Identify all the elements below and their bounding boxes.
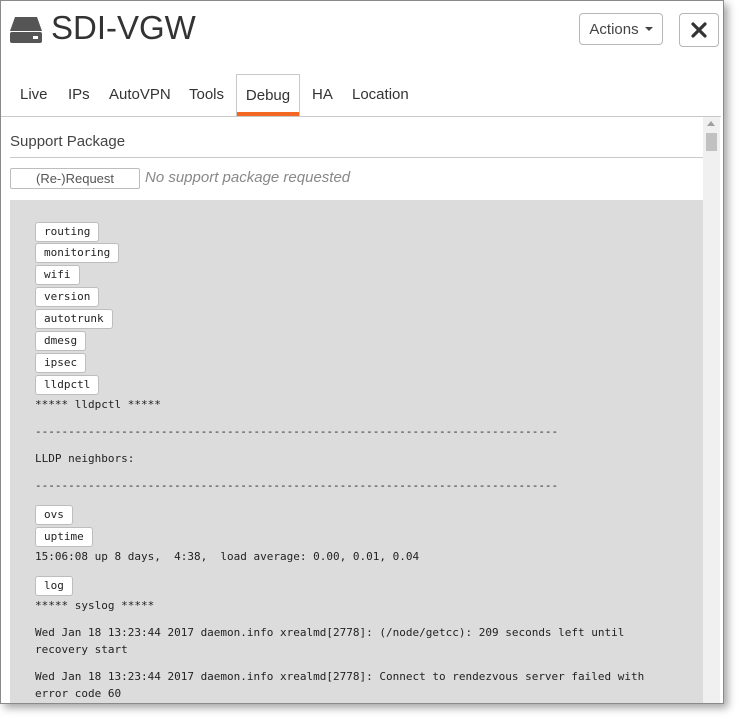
monitoring-button[interactable]: monitoring bbox=[35, 243, 120, 263]
log-button[interactable]: log bbox=[35, 576, 73, 596]
tab-label: IPs bbox=[68, 86, 90, 103]
lldpctl-button[interactable]: lldpctl bbox=[35, 375, 100, 395]
uptime-output: 15:06:08 up 8 days, 4:38, load average: … bbox=[35, 550, 420, 563]
scroll-up-icon[interactable] bbox=[707, 121, 715, 126]
tab-label: Location bbox=[352, 86, 409, 103]
log-entry: Wed Jan 18 13:23:44 2017 daemon.info xre… bbox=[35, 626, 625, 656]
tab-location[interactable]: Location bbox=[352, 74, 409, 116]
tab-live[interactable]: Live bbox=[20, 74, 48, 116]
tab-label: Live bbox=[20, 86, 48, 103]
tab-label: AutoVPN bbox=[109, 86, 171, 103]
tab-label: Debug bbox=[245, 87, 291, 104]
divider bbox=[10, 157, 703, 158]
syslog-header: ***** syslog ***** bbox=[35, 599, 155, 612]
tab-label: HA bbox=[312, 86, 333, 103]
dmesg-button[interactable]: dmesg bbox=[35, 331, 87, 351]
actions-button[interactable]: Actions bbox=[579, 13, 663, 45]
ipsec-button[interactable]: ipsec bbox=[35, 353, 87, 373]
support-status-text: No support package requested bbox=[145, 169, 351, 186]
tab-autovpn[interactable]: AutoVPN bbox=[109, 74, 171, 116]
lldp-neighbors-text: LLDP neighbors: bbox=[35, 452, 135, 465]
ovs-button[interactable]: ovs bbox=[35, 505, 73, 525]
separator-line: ----------------------------------------… bbox=[35, 479, 559, 492]
lldpctl-header: ***** lldpctl ***** bbox=[35, 398, 161, 411]
scroll-thumb[interactable] bbox=[706, 133, 717, 151]
active-tab-indicator bbox=[237, 112, 299, 116]
version-button[interactable]: version bbox=[35, 287, 100, 307]
page-title: SDI-VGW bbox=[51, 9, 196, 46]
close-button[interactable] bbox=[679, 13, 719, 47]
tab-tools[interactable]: Tools bbox=[189, 74, 224, 116]
wifi-button[interactable]: wifi bbox=[35, 265, 80, 285]
tab-bar: Live IPs AutoVPN Tools Debug HA Location bbox=[1, 74, 721, 117]
device-icon bbox=[10, 17, 42, 43]
dialog-header: SDI-VGW Actions bbox=[1, 1, 723, 63]
tab-label: Tools bbox=[189, 86, 225, 103]
routing-button[interactable]: routing bbox=[35, 222, 100, 242]
request-support-button[interactable]: (Re-)Request bbox=[10, 168, 140, 189]
device-dialog: SDI-VGW Actions Live IPs AutoVPN Tools D… bbox=[0, 0, 724, 704]
autotrunk-button[interactable]: autotrunk bbox=[35, 309, 113, 329]
vertical-scrollbar[interactable] bbox=[703, 117, 720, 703]
caret-down-icon bbox=[644, 27, 653, 31]
tab-ha[interactable]: HA bbox=[312, 74, 333, 116]
close-icon bbox=[691, 22, 707, 38]
uptime-button[interactable]: uptime bbox=[35, 527, 93, 547]
log-entry: Wed Jan 18 13:23:44 2017 daemon.info xre… bbox=[35, 670, 645, 700]
section-title: Support Package bbox=[10, 133, 126, 150]
separator-line: ----------------------------------------… bbox=[35, 425, 559, 438]
tab-ips[interactable]: IPs bbox=[68, 74, 90, 116]
actions-label: Actions bbox=[589, 20, 639, 38]
debug-output-panel: routing monitoring wifi version autotrun… bbox=[10, 200, 703, 703]
debug-content: Support Package (Re-)Request No support … bbox=[10, 117, 703, 703]
tab-debug[interactable]: Debug bbox=[236, 74, 300, 116]
